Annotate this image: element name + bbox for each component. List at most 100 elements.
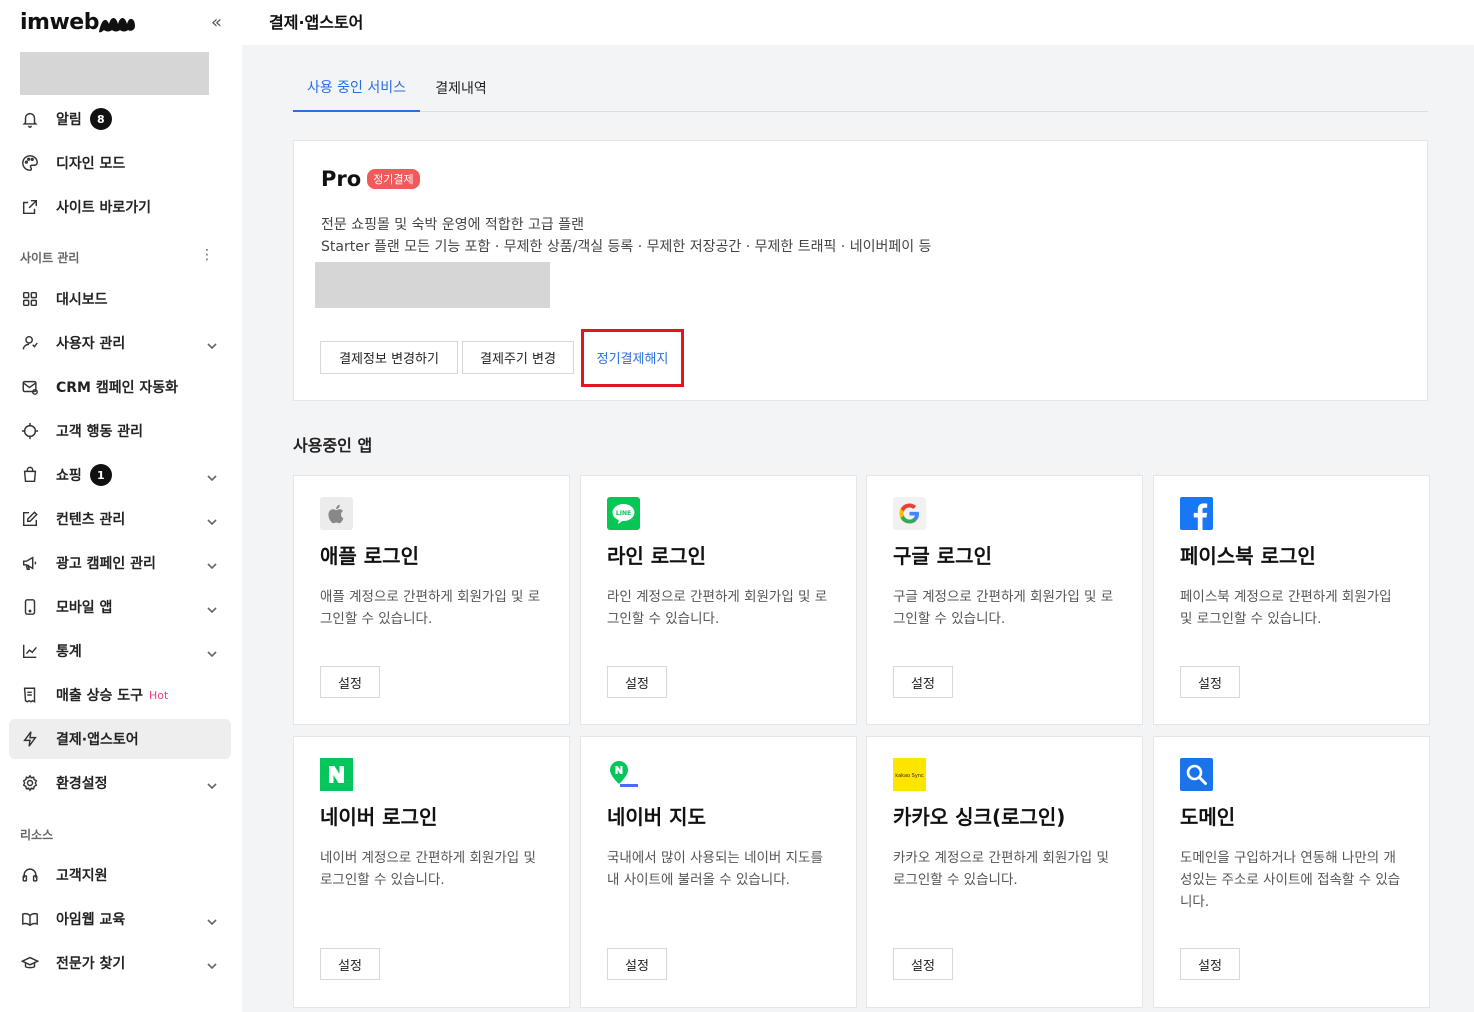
sidebar-item-label: 사용자 관리 bbox=[56, 336, 126, 352]
tab-services-in-use[interactable]: 사용 중인 서비스 bbox=[293, 63, 420, 112]
app-title: 카카오 싱크(로그인) bbox=[893, 805, 1066, 829]
sidebar-item-label: 환경설정 bbox=[56, 776, 108, 792]
plan-name: Pro bbox=[321, 167, 362, 191]
naver-map-icon bbox=[607, 758, 640, 791]
sidebar-item-label: 모바일 앱 bbox=[56, 600, 113, 616]
sidebar-item-crm-campaign[interactable]: CRM 캠페인 자동화 bbox=[9, 367, 231, 407]
app-card-naver-login: 네이버 로그인 네이버 계정으로 간편하게 회원가입 및 로그인할 수 있습니다… bbox=[293, 736, 570, 1008]
highlight-box bbox=[581, 329, 684, 387]
section-label-site-management: 사이트 관리 bbox=[20, 251, 80, 265]
notification-count-badge: 8 bbox=[89, 108, 112, 130]
app-card-google-login: 구글 로그인 구글 계정으로 간편하게 회원가입 및 로그인할 수 있습니다. … bbox=[866, 475, 1143, 725]
sidebar-item-label: 매출 상승 도구 bbox=[56, 688, 144, 704]
sidebar-item-customer-behavior[interactable]: 고객 행동 관리 bbox=[9, 411, 231, 451]
sidebar-item-imweb-education[interactable]: 아임웹 교육 bbox=[9, 899, 231, 939]
sidebar-item-sales-growth-tools[interactable]: 매출 상승 도구 Hot bbox=[9, 675, 231, 715]
chevron-down-icon bbox=[207, 512, 217, 526]
sidebar-item-label: 통계 bbox=[56, 644, 82, 660]
sidebar-item-statistics[interactable]: 통계 bbox=[9, 631, 231, 671]
sidebar-item-label: 고객 행동 관리 bbox=[56, 424, 144, 440]
collapse-sidebar-icon[interactable]: « bbox=[211, 12, 222, 33]
svg-text:LINE: LINE bbox=[616, 510, 631, 517]
chevron-down-icon bbox=[207, 776, 217, 790]
plan-info-redacted bbox=[315, 262, 550, 308]
app-description: 네이버 계정으로 간편하게 회원가입 및 로그인할 수 있습니다. bbox=[320, 850, 536, 888]
sidebar-item-find-experts[interactable]: 전문가 찾기 bbox=[9, 943, 231, 983]
megaphone-icon bbox=[20, 553, 40, 573]
line-icon: LINE bbox=[607, 497, 640, 530]
app-description: 라인 계정으로 간편하게 회원가입 및 로그인할 수 있습니다. bbox=[607, 589, 828, 627]
settings-button[interactable]: 설정 bbox=[893, 666, 953, 698]
sidebar-item-ad-campaign[interactable]: 광고 캠페인 관리 bbox=[9, 543, 231, 583]
grid-icon bbox=[20, 289, 40, 309]
top-bar: 결제·앱스토어 bbox=[242, 0, 1474, 45]
apps-in-use-heading: 사용중인 앱 bbox=[293, 436, 373, 455]
sidebar-item-label: 광고 캠페인 관리 bbox=[56, 556, 156, 572]
sidebar-item-label: 알림 bbox=[56, 112, 82, 128]
sidebar-item-shopping[interactable]: 쇼핑 1 bbox=[9, 455, 231, 495]
sidebar: imweb « 알림 8 디자인 모드 사이트 바로가기 사이트 관리 ⋮ 대시… bbox=[0, 0, 242, 1012]
settings-button[interactable]: 설정 bbox=[320, 948, 380, 980]
sidebar-item-mobile-app[interactable]: 모바일 앱 bbox=[9, 587, 231, 627]
naver-icon bbox=[320, 758, 353, 791]
mobile-phone-icon bbox=[20, 597, 40, 617]
app-title: 라인 로그인 bbox=[607, 544, 706, 568]
sidebar-item-design-mode[interactable]: 디자인 모드 bbox=[9, 143, 231, 183]
app-title: 네이버 로그인 bbox=[320, 805, 438, 829]
app-card-naver-map: 네이버 지도 국내에서 많이 사용되는 네이버 지도를 내 사이트에 불러올 수… bbox=[580, 736, 857, 1008]
apple-icon bbox=[320, 497, 353, 530]
sidebar-item-dashboard[interactable]: 대시보드 bbox=[9, 279, 231, 319]
logo[interactable]: imweb « bbox=[20, 8, 230, 38]
gear-icon bbox=[20, 773, 40, 793]
sidebar-item-notifications[interactable]: 알림 8 bbox=[9, 99, 231, 139]
mail-automation-icon bbox=[20, 377, 40, 397]
site-thumbnail[interactable] bbox=[20, 52, 209, 95]
settings-button[interactable]: 설정 bbox=[607, 666, 667, 698]
app-card-apple-login: 애플 로그인 애플 계정으로 간편하게 회원가입 및 로그인할 수 있습니다. … bbox=[293, 475, 570, 725]
domain-search-icon bbox=[1180, 758, 1213, 791]
shopping-bag-icon bbox=[20, 465, 40, 485]
sidebar-item-customer-support[interactable]: 고객지원 bbox=[9, 855, 231, 895]
app-description: 구글 계정으로 간편하게 회원가입 및 로그인할 수 있습니다. bbox=[893, 589, 1114, 627]
palette-icon bbox=[20, 153, 40, 173]
sidebar-item-label: 아임웹 교육 bbox=[56, 912, 126, 928]
plan-description: 전문 쇼핑몰 및 숙박 운영에 적합한 고급 플랜 bbox=[321, 217, 584, 233]
headset-icon bbox=[20, 865, 40, 885]
sidebar-item-settings[interactable]: 환경설정 bbox=[9, 763, 231, 803]
change-payment-info-button[interactable]: 결제정보 변경하기 bbox=[320, 341, 458, 374]
app-title: 애플 로그인 bbox=[320, 544, 419, 568]
settings-button[interactable]: 설정 bbox=[1180, 948, 1240, 980]
target-icon bbox=[20, 421, 40, 441]
logo-mark-icon bbox=[97, 12, 137, 38]
settings-button[interactable]: 설정 bbox=[893, 948, 953, 980]
more-options-icon[interactable]: ⋮ bbox=[200, 247, 214, 263]
edit-icon bbox=[20, 509, 40, 529]
hot-tag: Hot bbox=[149, 688, 169, 702]
settings-button[interactable]: 설정 bbox=[1180, 666, 1240, 698]
line-chart-icon bbox=[20, 641, 40, 661]
tab-payment-history[interactable]: 결제내역 bbox=[420, 63, 502, 112]
kakao-sync-icon: kakao Sync bbox=[893, 758, 926, 791]
settings-button[interactable]: 설정 bbox=[320, 666, 380, 698]
plan-card: Pro 정기결제 전문 쇼핑몰 및 숙박 운영에 적합한 고급 플랜 Start… bbox=[293, 140, 1428, 401]
sidebar-item-label: 컨텐츠 관리 bbox=[56, 512, 126, 528]
chevron-down-icon bbox=[207, 600, 217, 614]
sidebar-item-visit-site[interactable]: 사이트 바로가기 bbox=[9, 187, 231, 227]
page-title: 결제·앱스토어 bbox=[269, 13, 364, 32]
section-label-resources: 리소스 bbox=[20, 828, 54, 842]
app-description: 페이스북 계정으로 간편하게 회원가입 및 로그인할 수 있습니다. bbox=[1180, 589, 1392, 627]
sidebar-item-users[interactable]: 사용자 관리 bbox=[9, 323, 231, 363]
shopping-count-badge: 1 bbox=[89, 464, 112, 486]
external-link-icon bbox=[20, 197, 40, 217]
receipt-icon bbox=[20, 685, 40, 705]
sidebar-item-label: 사이트 바로가기 bbox=[56, 200, 152, 216]
sidebar-item-content[interactable]: 컨텐츠 관리 bbox=[9, 499, 231, 539]
sidebar-item-payment-appstore[interactable]: 결제·앱스토어 bbox=[9, 719, 231, 759]
app-description: 애플 계정으로 간편하게 회원가입 및 로그인할 수 있습니다. bbox=[320, 589, 541, 627]
app-description: 국내에서 많이 사용되는 네이버 지도를 내 사이트에 불러올 수 있습니다. bbox=[607, 850, 823, 888]
lightning-icon bbox=[20, 729, 40, 749]
chevron-down-icon bbox=[207, 956, 217, 970]
change-payment-cycle-button[interactable]: 결제주기 변경 bbox=[462, 341, 574, 374]
settings-button[interactable]: 설정 bbox=[607, 948, 667, 980]
sidebar-item-label: 디자인 모드 bbox=[56, 156, 126, 172]
